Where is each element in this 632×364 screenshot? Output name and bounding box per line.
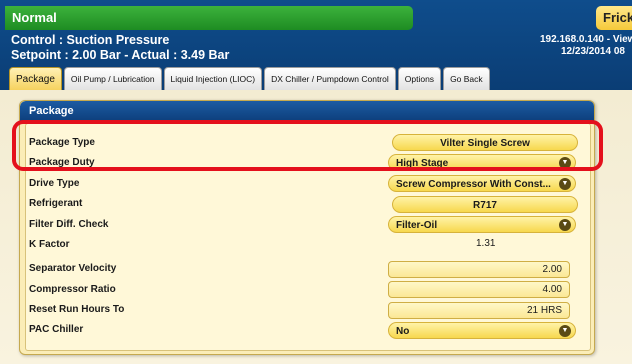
- refrigerant-label: Refrigerant: [29, 198, 83, 209]
- compressor-ratio-input[interactable]: 4.00: [388, 281, 570, 298]
- separator-velocity-input[interactable]: 2.00: [388, 261, 570, 278]
- filter-diff-check-dropdown[interactable]: Filter-Oil ▼: [388, 216, 576, 233]
- control-mode-text: Control : Suction Pressure: [11, 33, 170, 47]
- chevron-down-icon: ▼: [559, 219, 571, 231]
- separator-velocity-label: Separator Velocity: [29, 263, 117, 274]
- refrigerant-selector[interactable]: R717: [392, 196, 578, 213]
- k-factor-label: K Factor: [29, 239, 70, 250]
- date-text: 12/23/2014 08: [561, 46, 625, 57]
- compressor-ratio-label: Compressor Ratio: [29, 284, 116, 295]
- pac-chiller-value: No: [396, 326, 410, 337]
- drive-type-value: Screw Compressor With Const...: [396, 179, 551, 190]
- tab-dx-chiller-pumpdown[interactable]: DX Chiller / Pumpdown Control: [264, 67, 396, 90]
- tab-options[interactable]: Options: [397, 67, 442, 90]
- chevron-down-icon: ▼: [559, 157, 571, 169]
- filter-diff-check-label: Filter Diff. Check: [29, 219, 109, 230]
- package-duty-value: High Stage: [396, 158, 449, 169]
- tab-package[interactable]: Package: [9, 67, 62, 90]
- package-duty-dropdown[interactable]: High Stage ▼: [388, 154, 576, 171]
- package-type-label: Package Type: [29, 137, 95, 148]
- pac-chiller-label: PAC Chiller: [29, 324, 84, 335]
- tab-liquid-injection[interactable]: Liquid Injection (LIOC): [163, 67, 263, 90]
- drive-type-label: Drive Type: [29, 178, 80, 189]
- ip-address-text: 192.168.0.140 - View: [540, 34, 632, 45]
- tab-go-back[interactable]: Go Back: [443, 67, 490, 90]
- filter-diff-check-value: Filter-Oil: [396, 220, 438, 231]
- tab-bar: Package Oil Pump / Lubrication Liquid In…: [9, 67, 490, 90]
- package-duty-label: Package Duty: [29, 157, 95, 168]
- k-factor-value: 1.31: [476, 238, 496, 249]
- chevron-down-icon: ▼: [559, 178, 571, 190]
- reset-run-hours-input[interactable]: 21 HRS: [388, 302, 570, 319]
- status-indicator: Normal: [5, 6, 413, 30]
- brand-label: Frick: [596, 6, 632, 30]
- tab-oil-pump-lubrication[interactable]: Oil Pump / Lubrication: [63, 67, 162, 90]
- package-type-selector[interactable]: Vilter Single Screw: [392, 134, 578, 151]
- panel-title: Package: [20, 101, 594, 121]
- pac-chiller-dropdown[interactable]: No ▼: [388, 322, 576, 339]
- setpoint-text: Setpoint : 2.00 Bar - Actual : 3.49 Bar: [11, 48, 230, 62]
- reset-run-hours-label: Reset Run Hours To: [29, 304, 125, 315]
- chevron-down-icon: ▼: [559, 325, 571, 337]
- drive-type-dropdown[interactable]: Screw Compressor With Const... ▼: [388, 175, 576, 192]
